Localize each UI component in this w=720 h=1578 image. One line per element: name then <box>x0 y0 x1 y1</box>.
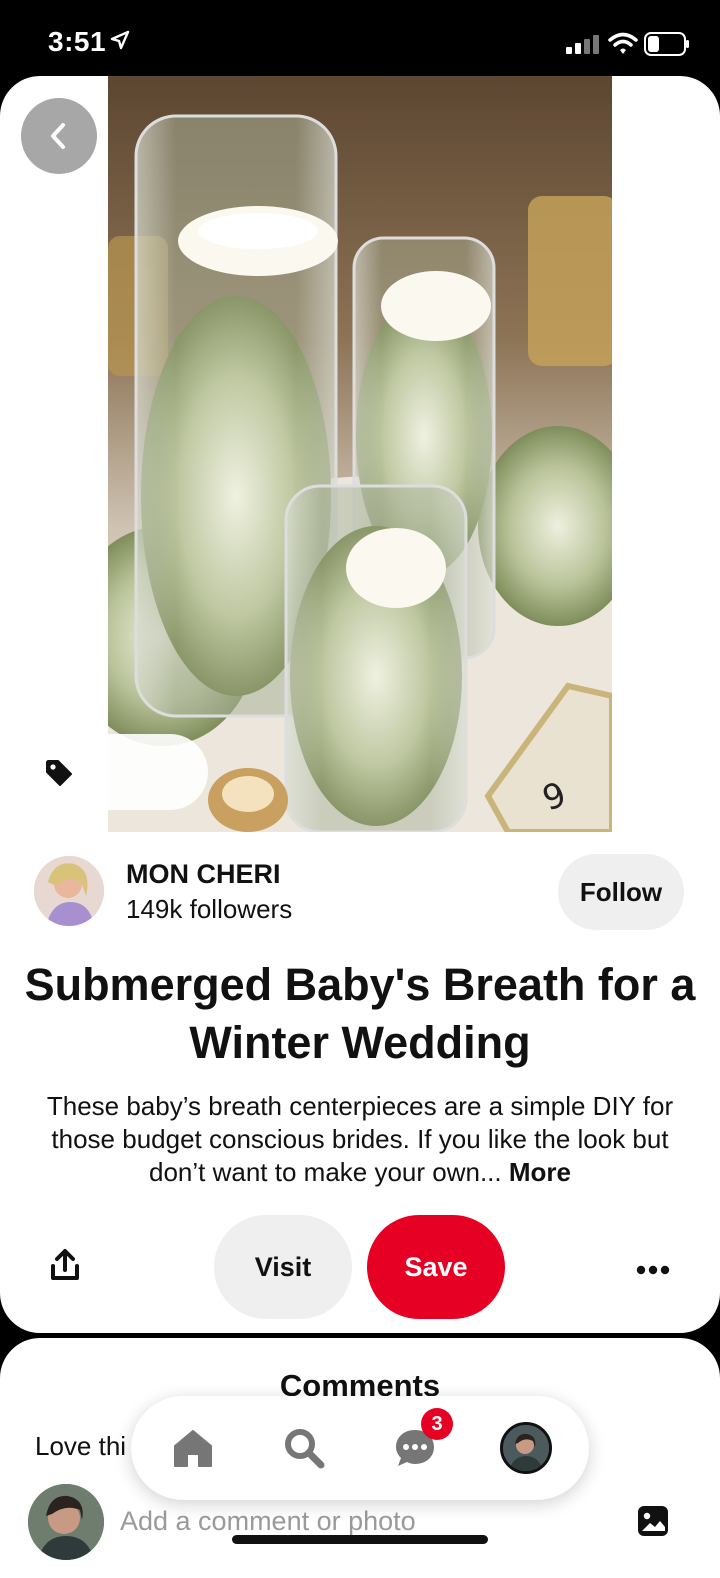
status-time: 3:51 <box>48 26 107 57</box>
nav-search[interactable] <box>264 1396 344 1500</box>
nav-home[interactable] <box>153 1396 233 1500</box>
comment-input[interactable]: Add a comment or photo <box>120 1506 416 1537</box>
chevron-left-icon <box>51 123 65 149</box>
product-tag-pill[interactable] <box>108 734 208 810</box>
home-icon <box>174 1430 212 1467</box>
search-icon <box>285 1429 325 1469</box>
pin-title: Submerged Baby's Breath for a Winter Wed… <box>24 959 696 1068</box>
save-button[interactable]: Save <box>367 1215 505 1319</box>
messages-badge: 3 <box>421 1408 453 1440</box>
creator-name[interactable]: MON CHERI <box>126 859 281 890</box>
pin-photo: 9 <box>108 76 612 832</box>
more-link[interactable]: More <box>509 1157 571 1187</box>
status-bar: 3:51 <box>0 0 720 78</box>
signal-icon <box>566 34 600 59</box>
bottom-nav: 3 <box>131 1396 589 1500</box>
comment-preview[interactable]: Love thi <box>35 1431 126 1462</box>
pin-image[interactable]: 9 <box>108 76 612 832</box>
location-arrow-icon <box>110 30 130 55</box>
user-avatar <box>28 1484 104 1560</box>
more-options-icon[interactable] <box>636 1262 670 1280</box>
creator-avatar[interactable] <box>34 856 104 926</box>
battery-icon <box>644 32 690 61</box>
back-button[interactable] <box>21 98 97 174</box>
wifi-icon <box>608 32 638 61</box>
nav-profile[interactable] <box>486 1396 566 1500</box>
pin-description-text: These baby’s breath centerpieces are a s… <box>46 1091 674 1187</box>
visit-button[interactable]: Visit <box>214 1215 352 1319</box>
follow-button[interactable]: Follow <box>558 854 684 930</box>
home-indicator <box>232 1535 488 1544</box>
pin-closeup-card: 9 MON CHERI 149k followers Follow Submer… <box>0 76 720 1333</box>
share-icon[interactable] <box>48 1248 82 1287</box>
photo-icon[interactable] <box>636 1504 670 1543</box>
creator-followers: 149k followers <box>126 894 293 924</box>
tag-icon[interactable] <box>44 758 74 793</box>
pin-description: These baby’s breath centerpieces are a s… <box>30 1090 690 1189</box>
profile-avatar <box>500 1422 552 1474</box>
